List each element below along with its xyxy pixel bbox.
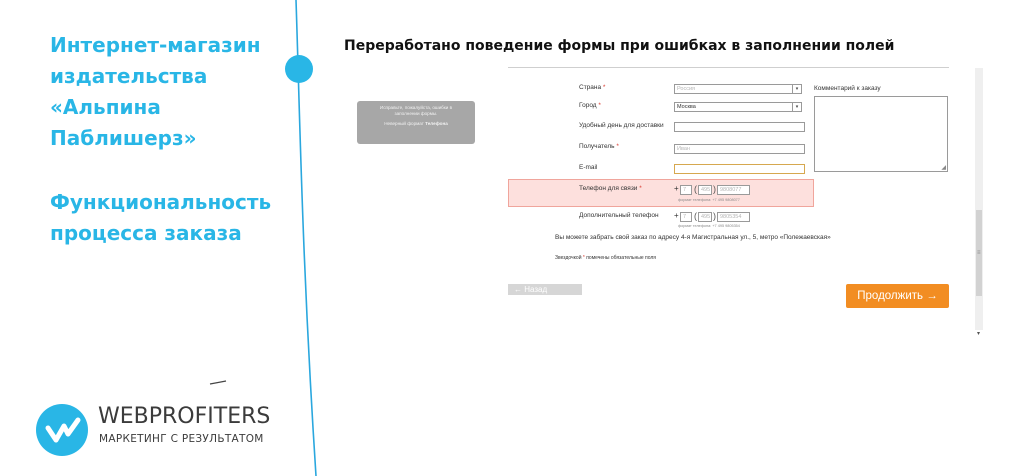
subtitle-line: процесса заказа	[50, 221, 242, 245]
slide-heading: Переработано поведение формы при ошибках…	[344, 38, 895, 54]
phone-area-code-field[interactable]: 495	[698, 185, 712, 195]
recipient-field[interactable]: Иван	[674, 144, 805, 154]
tooltip-error-line: Неверный формат Телефона	[357, 121, 475, 127]
pickup-info: Вы можете забрать свой заказ по адресу 4…	[555, 234, 831, 241]
country-select[interactable]: Россия ▾	[674, 84, 802, 94]
chevron-down-icon: ▾	[792, 85, 801, 93]
extra-phone-format-hint: формат телефона: +7 495 9805354	[678, 224, 740, 228]
divider	[508, 67, 949, 68]
comment-label: Комментарий к заказу	[814, 85, 881, 92]
order-form-screenshot: ≡ ▾ Страна * Россия ▾ Город * Москва ▾ У…	[508, 60, 984, 340]
phone-plus: +	[674, 184, 679, 193]
recipient-label: Получатель *	[579, 143, 619, 150]
chevron-down-icon: ▾	[792, 103, 801, 111]
paren-left: (	[694, 184, 697, 194]
subtitle-line: Функциональность	[50, 190, 272, 214]
timeline-dot	[285, 55, 313, 83]
phone-label: Телефон для связи *	[579, 185, 642, 192]
logo-tagline: МАРКЕТИНГ С РЕЗУЛЬТАТОМ	[99, 433, 264, 445]
scroll-down-icon[interactable]: ▾	[977, 330, 980, 337]
email-field[interactable]	[674, 164, 805, 174]
paren-right: )	[713, 211, 716, 221]
phone-error-row	[508, 179, 814, 207]
scroll-grip-icon: ≡	[977, 250, 981, 256]
webprofiters-logo: WEBPROFITERS МАРКЕТИНГ С РЕЗУЛЬТАТОМ	[36, 398, 276, 458]
email-label: E-mail	[579, 164, 598, 171]
logo-name: WEBPROFITERS	[98, 404, 271, 429]
country-label: Страна *	[579, 84, 606, 91]
extra-phone-area-code-field[interactable]: 495	[698, 212, 712, 222]
resize-handle-icon[interactable]: ◢	[941, 164, 946, 171]
presentation-title: Интернет-магазин издательства «Альпина П…	[50, 30, 280, 154]
logo-mark-icon	[36, 404, 88, 456]
title-line: Интернет-магазин	[50, 33, 261, 57]
error-tooltip: Исправьте, пожалуйста, ошибки в заполнен…	[357, 101, 475, 144]
extra-phone-country-code-field[interactable]: 7	[680, 212, 692, 222]
city-label: Город *	[579, 102, 601, 109]
extra-phone-number-field[interactable]: 9805354	[717, 212, 750, 222]
city-select[interactable]: Москва ▾	[674, 102, 802, 112]
required-fields-note: Звездочкой * помечены обязательные поля	[555, 255, 656, 261]
delivery-day-label: Удобный день для доставки	[579, 122, 664, 129]
tooltip-line: заполнении формы.	[394, 111, 438, 116]
continue-button[interactable]: Продолжить →	[846, 284, 949, 308]
tooltip-prefix: Неверный формат	[384, 121, 424, 126]
section-subtitle: Функциональность процесса заказа	[50, 187, 280, 249]
back-button[interactable]: ← Назад	[508, 284, 582, 295]
comment-textarea[interactable]: ◢	[814, 96, 948, 172]
paren-right: )	[713, 184, 716, 194]
phone-country-code-field[interactable]: 7	[680, 185, 692, 195]
tooltip-field-name: Телефона	[425, 121, 448, 126]
title-line: Паблишерз»	[50, 126, 197, 150]
extra-phone-plus: +	[674, 211, 679, 220]
phone-format-hint: формат телефона: +7 495 9808077	[678, 198, 740, 202]
paren-left: (	[694, 211, 697, 221]
title-line: издательства	[50, 64, 208, 88]
delivery-day-field[interactable]	[674, 122, 805, 132]
extra-phone-label: Дополнительный телефон	[579, 212, 659, 219]
title-line: «Альпина	[50, 95, 161, 119]
phone-number-field[interactable]: 9808077	[717, 185, 750, 195]
